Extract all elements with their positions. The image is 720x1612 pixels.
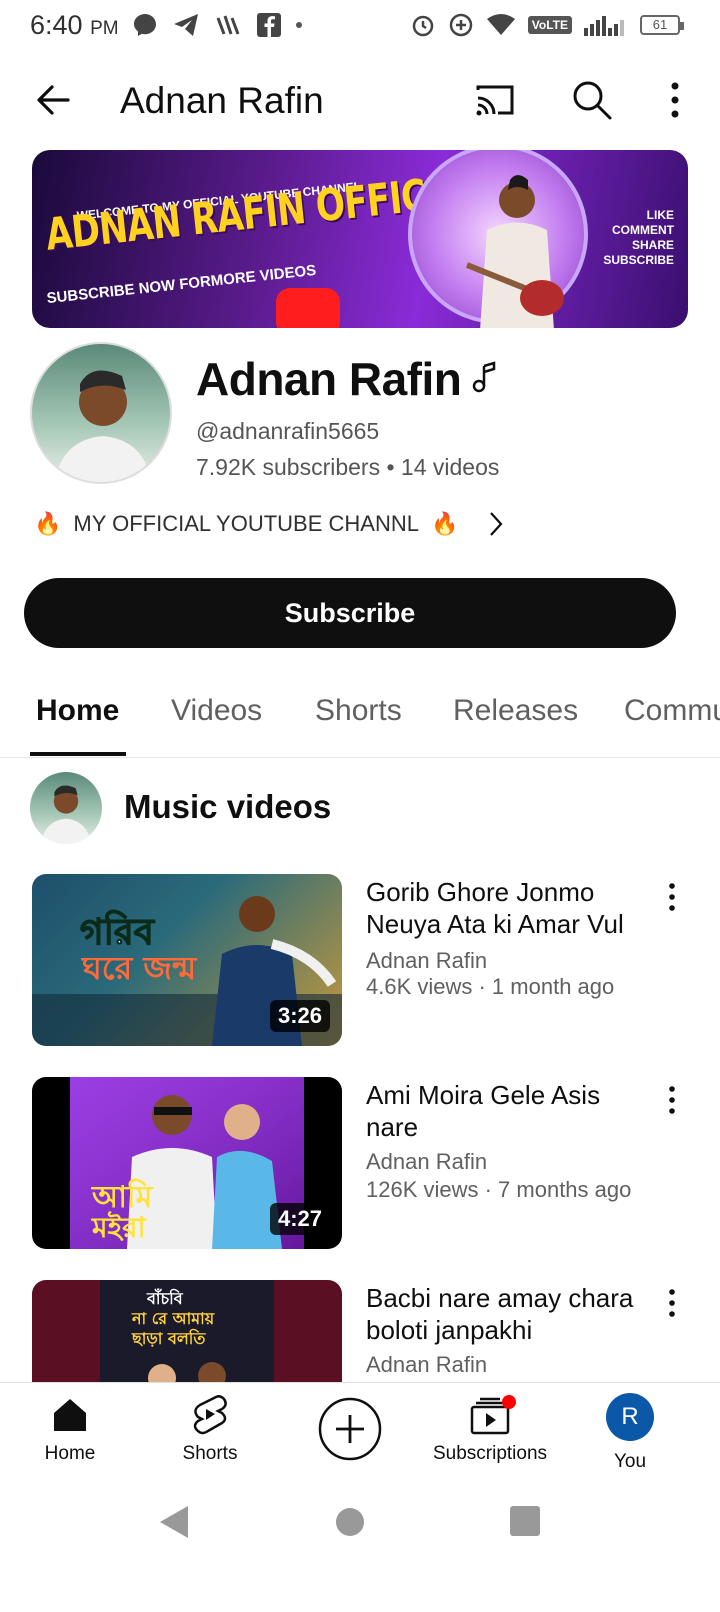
svg-text:ঘরে জন্ম: ঘরে জন্ম — [81, 949, 198, 987]
video-item[interactable]: আমি মইরা 4:27 Ami Moira Gele Asis nare A… — [0, 1077, 720, 1257]
telegram-icon — [174, 14, 198, 36]
video-duration: 3:26 — [269, 1000, 330, 1032]
status-bar: 6:40 PM VoLTE 61 — [0, 0, 720, 52]
video-channel: Adnan Rafin — [366, 1352, 488, 1377]
wifi-calling-icon — [216, 15, 240, 35]
search-icon[interactable] — [568, 76, 616, 124]
nav-you[interactable]: R You — [560, 1393, 700, 1473]
svg-text:ছাড়া বলতি: ছাড়া বলতি — [131, 1328, 206, 1348]
video-thumbnail[interactable]: গরিব ঘরে জন্ম 3:26 — [32, 874, 342, 1046]
channel-description[interactable]: 🔥 MY OFFICIAL YOUTUBE CHANNL 🔥 — [34, 510, 506, 538]
svg-text:মইরা: মইরা — [91, 1211, 147, 1244]
video-thumbnail[interactable]: আমি মইরা 4:27 — [32, 1077, 342, 1249]
status-time: 6:40 PM — [30, 10, 119, 40]
more-notifications-dot — [296, 22, 302, 28]
facebook-icon — [257, 13, 281, 37]
data-saver-icon — [449, 13, 473, 37]
video-channel: Adnan Rafin — [366, 1149, 488, 1174]
more-vert-icon[interactable] — [662, 1083, 682, 1117]
video-title[interactable]: Ami Moira Gele Asis nare — [366, 1079, 656, 1143]
svg-text:গরিব: গরিব — [80, 910, 156, 953]
avatar-person-image — [54, 370, 152, 482]
channel-description-text: MY OFFICIAL YOUTUBE CHANNL — [73, 511, 419, 536]
video-meta: 4.6K views · 1 month ago — [366, 974, 615, 999]
video-meta: 126K views · 7 months ago — [366, 1177, 632, 1202]
bottom-navigation: Home Shorts Subscriptions R You — [0, 1382, 720, 1482]
more-vert-icon[interactable] — [660, 76, 690, 124]
app-bar: Adnan Rafin — [0, 62, 720, 138]
section-title: Music videos — [124, 788, 332, 825]
tab-releases[interactable]: Releases — [453, 694, 578, 728]
tab-community[interactable]: Community — [624, 694, 720, 728]
user-avatar: R — [606, 1393, 654, 1441]
nav-shorts[interactable]: Shorts — [140, 1393, 280, 1465]
channel-handle: @adnanrafin5665 — [196, 418, 380, 444]
volte-badge: VoLTE — [527, 16, 572, 34]
nav-home[interactable]: Home — [0, 1393, 140, 1465]
wifi-icon — [486, 14, 515, 35]
thumbnail-art: বাঁচবি না রে আমায় ছাড়া বলতি — [100, 1280, 274, 1382]
video-title[interactable]: Bacbi nare amay chara boloti janpakhi — [366, 1282, 656, 1346]
video-duration: 4:27 — [269, 1203, 330, 1235]
shorts-icon — [193, 1395, 227, 1435]
nav-subscriptions[interactable]: Subscriptions — [420, 1393, 560, 1465]
svg-text:বাঁচবি: বাঁচবি — [146, 1288, 184, 1308]
video-item[interactable]: গরিব ঘরে জন্ম 3:26 Gorib Ghore Jonmo Neu… — [0, 874, 720, 1054]
more-vert-icon[interactable] — [662, 1286, 682, 1320]
system-back-icon[interactable] — [158, 1504, 190, 1540]
home-icon — [54, 1399, 86, 1431]
svg-text:আমি: আমি — [91, 1178, 154, 1215]
banner-person-with-guitar — [465, 175, 564, 328]
alarm-icon — [412, 15, 434, 37]
music-note-icon — [472, 361, 496, 393]
video-title[interactable]: Gorib Ghore Jonmo Neuya Ata ki Amar Vul … — [366, 876, 656, 940]
channel-tabs: Home Videos Shorts Releases Community — [0, 674, 720, 758]
tab-home[interactable]: Home — [36, 694, 119, 728]
video-channel: Adnan Rafin — [366, 948, 488, 973]
system-recents-icon[interactable] — [510, 1506, 540, 1536]
channel-name: Adnan Rafin — [196, 353, 462, 405]
battery-icon: 61 — [640, 15, 684, 35]
tab-shorts[interactable]: Shorts — [315, 694, 402, 728]
fire-icon: 🔥 — [34, 511, 62, 536]
notification-dot — [502, 1395, 516, 1409]
avatar-person-image — [41, 785, 91, 844]
channel-stats: 7.92K subscribers • 14 videos — [196, 454, 500, 480]
system-navigation-bar — [0, 1482, 720, 1612]
youtube-logo-decoration — [276, 288, 340, 328]
more-vert-icon[interactable] — [662, 880, 682, 914]
fire-icon: 🔥 — [430, 511, 459, 536]
video-thumbnail[interactable]: বাঁচবি না রে আমায় ছাড়া বলতি — [32, 1280, 342, 1382]
signal-icon — [584, 16, 624, 36]
system-home-icon[interactable] — [336, 1508, 364, 1536]
create-plus-icon[interactable] — [318, 1397, 382, 1461]
channel-banner: WELCOME TO MY OFFICIAL YOUTUBE CHANNEL A… — [32, 150, 688, 328]
chevron-right-icon — [490, 512, 503, 536]
section-avatar — [30, 772, 102, 844]
cast-icon[interactable] — [470, 76, 520, 124]
page-title: Adnan Rafin — [120, 80, 324, 121]
subscribe-button[interactable]: Subscribe — [24, 578, 676, 648]
svg-text:না রে আমায়: না রে আমায় — [131, 1309, 215, 1328]
active-tab-indicator — [30, 752, 126, 756]
messenger-icon — [134, 14, 156, 36]
banner-action-list: LIKE COMMENT SHARE SUBSCRIBE — [603, 208, 674, 267]
channel-avatar[interactable] — [30, 342, 172, 484]
back-arrow-icon[interactable] — [30, 76, 78, 124]
video-item[interactable]: বাঁচবি না রে আমায় ছাড়া বলতি Bacbi nare… — [0, 1280, 720, 1382]
tab-videos[interactable]: Videos — [171, 694, 262, 728]
